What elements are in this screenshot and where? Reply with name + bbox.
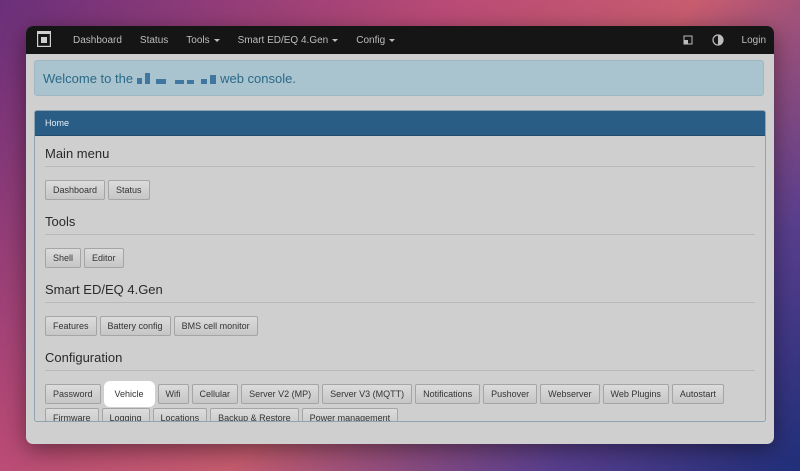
webserver-button[interactable]: Webserver (540, 384, 600, 404)
nav-status[interactable]: Status (140, 35, 168, 46)
breadcrumb: Home (35, 111, 765, 136)
vehicle-button[interactable]: Vehicle (106, 384, 152, 404)
pushover-button[interactable]: Pushover (483, 384, 538, 404)
web-plugins-button[interactable]: Web Plugins (602, 384, 669, 404)
logging-button[interactable]: Logging (101, 408, 150, 421)
nav-tools-label: Tools (186, 34, 210, 46)
nav-dashboard-label: Dashboard (73, 34, 122, 46)
smart-buttons: Features Battery config BMS cell monitor (45, 303, 755, 340)
caret-down-icon (332, 38, 339, 42)
dashboard-button[interactable]: Dashboard (45, 180, 106, 200)
power-management-button[interactable]: Power management (301, 408, 399, 421)
nav-tools-dropdown[interactable]: Tools (186, 34, 220, 46)
battery-config-button[interactable]: Battery config (99, 316, 171, 336)
tools-buttons: Shell Editor (45, 235, 755, 272)
nav-smart-dropdown[interactable]: Smart ED/EQ 4.Gen (238, 35, 339, 46)
wifi-button[interactable]: Wifi (157, 384, 189, 404)
top-navbar: Dashboard Status Tools Smart ED/EQ 4.Gen… (26, 26, 774, 54)
server-v2-button[interactable]: Server V2 (MP) (241, 384, 320, 404)
panel-body: Main menu Dashboard Status Tools Shell E… (35, 136, 765, 421)
nav-menu: Dashboard Status Tools Smart ED/EQ 4.Gen… (73, 26, 413, 54)
welcome-suffix: web console. (220, 70, 296, 86)
locations-button[interactable]: Locations (152, 408, 208, 421)
nav-right: Login (682, 26, 766, 54)
firmware-button[interactable]: Firmware (45, 408, 99, 421)
welcome-prefix: Welcome to the (43, 70, 134, 86)
features-button[interactable]: Features (45, 316, 97, 336)
nav-smart-label: Smart ED/EQ 4.Gen (237, 34, 329, 46)
server-v3-button[interactable]: Server V3 (MQTT) (322, 384, 413, 404)
main-menu-buttons: Dashboard Status (45, 167, 755, 204)
notifications-button[interactable]: Notifications (415, 384, 481, 404)
redacted-name-graphic (137, 72, 217, 84)
nav-dashboard[interactable]: Dashboard (73, 35, 122, 46)
window-icon[interactable] (682, 34, 694, 46)
section-title-smart: Smart ED/EQ 4.Gen (45, 272, 755, 303)
welcome-banner: Welcome to the web console. (34, 60, 764, 96)
home-panel: Home Main menu Dashboard Status Tools Sh… (34, 110, 766, 422)
shell-button[interactable]: Shell (45, 248, 82, 268)
caret-down-icon (213, 38, 220, 42)
editor-button[interactable]: Editor (84, 248, 124, 268)
browser-window: Dashboard Status Tools Smart ED/EQ 4.Gen… (26, 26, 774, 444)
autostart-button[interactable]: Autostart (671, 384, 724, 404)
nav-config-dropdown[interactable]: Config (356, 34, 396, 46)
caret-down-icon (389, 38, 396, 42)
backup-restore-button[interactable]: Backup & Restore (210, 408, 299, 421)
password-button[interactable]: Password (45, 384, 101, 404)
bms-cell-monitor-button[interactable]: BMS cell monitor (173, 316, 258, 336)
breadcrumb-home[interactable]: Home (45, 118, 69, 128)
configuration-buttons: Password Vehicle Wifi Cellular Server V2… (45, 371, 755, 421)
contrast-icon[interactable] (711, 34, 724, 46)
section-title-main-menu: Main menu (45, 136, 755, 167)
app-logo-icon[interactable] (37, 31, 51, 47)
nav-config-label: Config (356, 34, 386, 46)
status-button[interactable]: Status (108, 180, 150, 200)
login-link[interactable]: Login (742, 35, 766, 46)
nav-status-label: Status (139, 34, 169, 46)
section-title-tools: Tools (45, 204, 755, 235)
section-title-configuration: Configuration (45, 340, 755, 371)
cellular-button[interactable]: Cellular (191, 384, 239, 404)
